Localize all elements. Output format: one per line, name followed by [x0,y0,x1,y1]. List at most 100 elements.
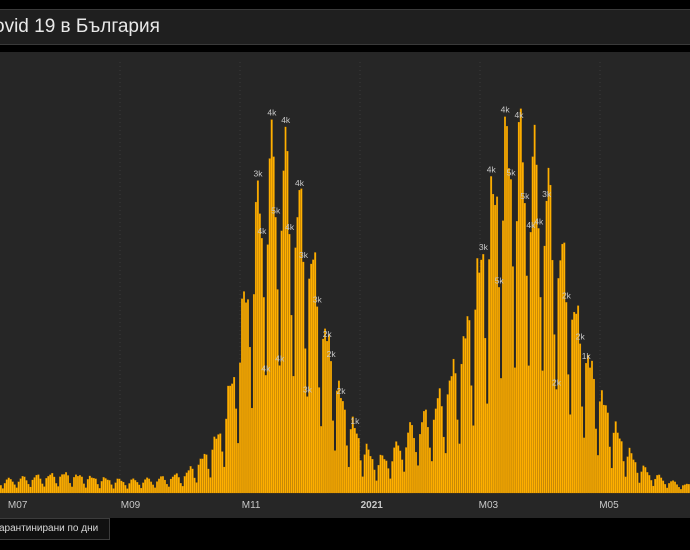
bar[interactable] [156,481,158,494]
bar[interactable] [276,289,279,494]
bar[interactable] [496,196,499,494]
bar[interactable] [187,470,190,494]
bar[interactable] [636,472,639,494]
bar[interactable] [472,425,475,494]
bar[interactable] [403,471,406,494]
bar[interactable] [391,461,394,494]
bar[interactable] [25,480,28,494]
bar[interactable] [78,475,81,494]
bar[interactable] [227,385,230,494]
bar[interactable] [341,401,344,494]
bar[interactable] [324,328,327,494]
bar[interactable] [438,388,441,494]
bar[interactable] [77,476,79,494]
bar[interactable] [656,475,659,494]
bar[interactable] [668,483,671,494]
bar[interactable] [628,447,631,494]
bar[interactable] [179,483,182,494]
bar[interactable] [598,401,601,494]
bar[interactable] [347,466,350,494]
bar[interactable] [124,485,127,494]
bar[interactable] [405,447,408,494]
bar[interactable] [310,263,313,494]
bar[interactable] [171,476,174,494]
bar[interactable] [148,478,151,494]
bar[interactable] [676,484,678,494]
bar[interactable] [154,487,156,494]
bar[interactable] [486,403,489,494]
bar[interactable] [373,469,376,494]
bar[interactable] [648,475,651,494]
bar[interactable] [367,449,370,494]
bar[interactable] [537,228,540,494]
bar[interactable] [468,320,471,494]
bar[interactable] [678,487,680,494]
bar[interactable] [241,298,243,494]
bar[interactable] [587,355,589,494]
bar[interactable] [549,184,552,494]
bar[interactable] [316,306,319,494]
bar[interactable] [219,433,222,494]
bar[interactable] [377,465,380,494]
bar[interactable] [525,275,528,494]
bar[interactable] [460,363,463,494]
bar[interactable] [320,426,323,494]
bar[interactable] [61,474,64,494]
bar[interactable] [687,484,690,494]
bar[interactable] [318,387,321,494]
bar[interactable] [215,438,218,494]
bar[interactable] [302,261,305,494]
bar[interactable] [209,477,212,494]
bar[interactable] [165,483,168,494]
bar[interactable] [454,373,457,494]
bar[interactable] [80,476,83,494]
bar[interactable] [247,299,249,494]
bar[interactable] [334,450,336,494]
bar[interactable] [96,484,99,494]
bar[interactable] [290,315,293,494]
bar[interactable] [118,478,121,494]
bar[interactable] [86,479,89,494]
bar[interactable] [602,404,605,494]
bar[interactable] [563,242,566,494]
bar[interactable] [69,482,71,494]
bar[interactable] [363,454,366,494]
bar[interactable] [541,370,544,494]
bar[interactable] [286,151,289,494]
bar[interactable] [432,419,435,494]
bar[interactable] [500,378,502,494]
bar[interactable] [474,309,477,494]
bar[interactable] [387,468,390,494]
bar[interactable] [506,126,508,494]
bar[interactable] [594,428,597,494]
bar[interactable] [424,409,427,494]
bar[interactable] [233,377,236,494]
bar[interactable] [5,479,8,494]
bar[interactable] [415,451,417,494]
bar[interactable] [197,464,200,494]
bar[interactable] [440,406,443,494]
bar[interactable] [126,488,129,494]
bar[interactable] [322,338,325,494]
bar[interactable] [332,420,334,494]
bar[interactable] [606,412,609,494]
bar[interactable] [193,477,196,494]
bar[interactable] [430,461,433,494]
bar[interactable] [9,479,12,494]
bar[interactable] [254,201,257,494]
bar[interactable] [349,429,352,494]
bar[interactable] [114,482,117,494]
bar[interactable] [11,481,14,494]
bar[interactable] [585,363,587,494]
bar[interactable] [642,465,645,494]
bar[interactable] [672,480,674,494]
bar[interactable] [685,483,688,494]
bar[interactable] [88,475,91,494]
bar[interactable] [160,476,162,494]
bar[interactable] [434,408,437,494]
bar[interactable] [411,425,414,494]
bar[interactable] [527,365,530,494]
bar[interactable] [330,361,332,494]
bar[interactable] [571,319,574,494]
bar[interactable] [476,258,479,494]
